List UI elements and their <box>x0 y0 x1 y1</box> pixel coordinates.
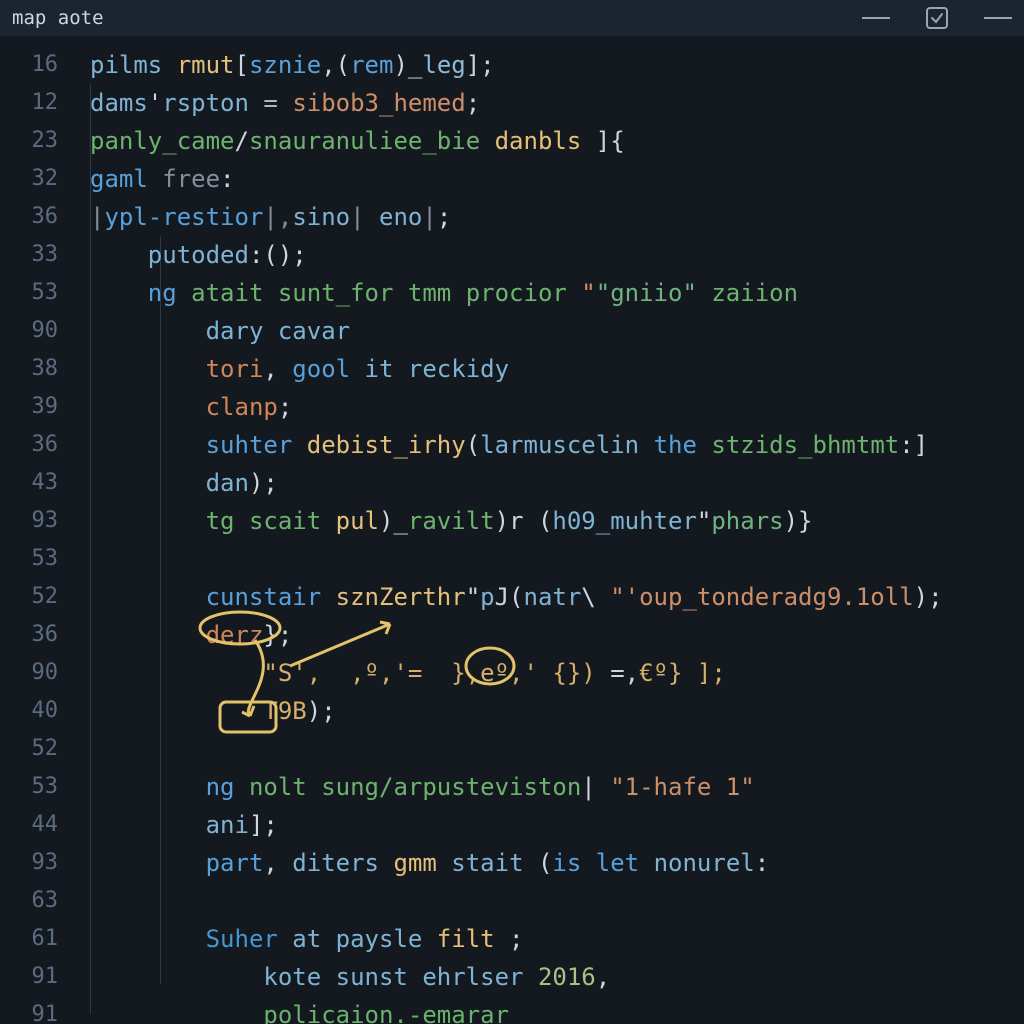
line-number: 61 <box>0 920 70 958</box>
code-line[interactable]: ani]; <box>70 806 1024 844</box>
line-number: 39 <box>0 388 70 426</box>
line-number: 53 <box>0 274 70 312</box>
code-line[interactable]: Suher at paysle filt ; <box>70 920 1024 958</box>
line-number: 90 <box>0 654 70 692</box>
line-number: 93 <box>0 502 70 540</box>
code-line[interactable]: gaml free: <box>70 160 1024 198</box>
code-line[interactable]: ng nolt sung/arpusteviston| "1-hafe 1" <box>70 768 1024 806</box>
checkbox-icon[interactable] <box>926 7 948 29</box>
code-line[interactable]: clanp; <box>70 388 1024 426</box>
line-number: 12 <box>0 84 70 122</box>
line-number: 33 <box>0 236 70 274</box>
dash-icon[interactable] <box>984 17 1012 19</box>
code-line[interactable]: tori, gool it reckidy <box>70 350 1024 388</box>
code-line[interactable]: pilms rmut[sznie,(rem)_leg]; <box>70 46 1024 84</box>
code-line[interactable]: kote sunst ehrlser 2016, <box>70 958 1024 996</box>
line-number: 38 <box>0 350 70 388</box>
code-line[interactable]: suhter debist_irhy(larmuscelin the stzid… <box>70 426 1024 464</box>
code-line[interactable]: policaion.-emarar <box>70 996 1024 1024</box>
line-number: 36 <box>0 198 70 236</box>
code-line[interactable]: tg scait pul)_ravilt)r (h09_muhter"phars… <box>70 502 1024 540</box>
code-line[interactable] <box>70 882 1024 920</box>
code-line[interactable]: "S', ,º,'= },eº,' {}) =,€º} ]; <box>70 654 1024 692</box>
code-line[interactable]: dan); <box>70 464 1024 502</box>
line-number: 40 <box>0 692 70 730</box>
code-line[interactable]: derz}; <box>70 616 1024 654</box>
titlebar: map aote <box>0 0 1024 36</box>
line-number: 52 <box>0 730 70 768</box>
line-number: 16 <box>0 46 70 84</box>
minimize-icon[interactable] <box>862 17 890 19</box>
line-number: 36 <box>0 426 70 464</box>
line-number: 52 <box>0 578 70 616</box>
code-line[interactable]: part, diters gmm stait (is let nonurel: <box>70 844 1024 882</box>
code-line[interactable] <box>70 730 1024 768</box>
tab-title[interactable]: map aote <box>12 7 104 29</box>
code-line[interactable]: dary cavar <box>70 312 1024 350</box>
line-number: 32 <box>0 160 70 198</box>
code-area[interactable]: pilms rmut[sznie,(rem)_leg];dams'rspton … <box>70 36 1024 1024</box>
line-number: 91 <box>0 958 70 996</box>
line-number: 53 <box>0 768 70 806</box>
line-number: 90 <box>0 312 70 350</box>
code-line[interactable]: |ypl-restior|,sino| eno|; <box>70 198 1024 236</box>
window-controls <box>862 7 1012 29</box>
line-number: 93 <box>0 844 70 882</box>
code-line[interactable]: panly_came/snauranuliee_bie danbls ]{ <box>70 122 1024 160</box>
code-line[interactable]: dams'rspton = sibob3_hemed; <box>70 84 1024 122</box>
code-line[interactable]: cunstair sznZerthr"pJ(natr\ "'oup_tonder… <box>70 578 1024 616</box>
line-number: 43 <box>0 464 70 502</box>
code-line[interactable]: ng atait sunt_for tmm procior ""gniio" z… <box>70 274 1024 312</box>
gutter: 1612233236335390383936439353523690405253… <box>0 36 70 1024</box>
code-line[interactable]: T9B); <box>70 692 1024 730</box>
line-number: 63 <box>0 882 70 920</box>
line-number: 91 <box>0 996 70 1024</box>
line-number: 53 <box>0 540 70 578</box>
code-line[interactable]: putoded:(); <box>70 236 1024 274</box>
line-number: 36 <box>0 616 70 654</box>
line-number: 23 <box>0 122 70 160</box>
code-editor[interactable]: 1612233236335390383936439353523690405253… <box>0 36 1024 1024</box>
line-number: 44 <box>0 806 70 844</box>
code-line[interactable] <box>70 540 1024 578</box>
